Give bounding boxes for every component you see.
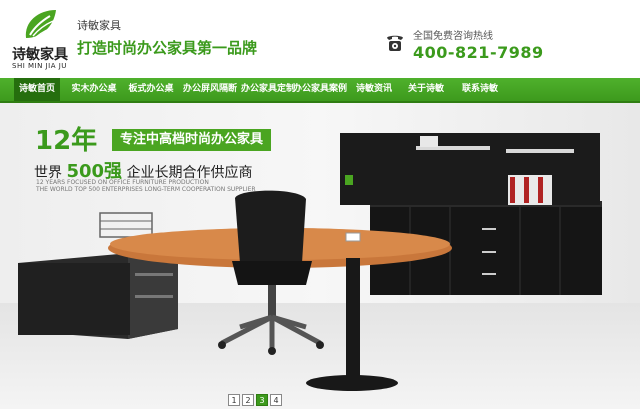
nav-item-solid-wood-desk[interactable]: 实木办公桌 [66,78,122,101]
nav-item-panel-desk[interactable]: 板式办公桌 [124,78,178,101]
site-header: 诗敏家具 SHI MIN JIA JU 诗敏家具 打造时尚办公家具第一品牌 全国… [0,0,640,78]
nav-item-custom-furniture[interactable]: 办公家具定制 [240,78,296,101]
brand-name: 诗敏家具 [77,19,121,32]
hero-banner[interactable]: 12年 专注中高档时尚办公家具 世界 500强 企业长期合作供应商 12 YEA… [0,103,640,409]
telephone-icon [387,35,403,51]
nav-item-about[interactable]: 关于诗敏 [404,78,448,101]
banner-en-line2: THE WORLD TOP 500 ENTERPRISES LONG-TERM … [36,186,256,193]
slide-dot-4[interactable]: 4 [270,394,282,406]
logo-leaf-icon [25,10,56,38]
main-nav: 诗敏首页 实木办公桌 板式办公桌 办公屏风隔断 办公家具定制 办公家具案例 诗敏… [0,78,640,103]
nav-item-office-partition[interactable]: 办公屏风隔断 [178,78,242,101]
banner-tagline: 专注中高档时尚办公家具 [112,129,272,151]
logo-text: 诗敏家具 [12,47,68,63]
brand-slogan: 打造时尚办公家具第一品牌 [77,39,258,57]
logo-pinyin: SHI MIN JIA JU [12,62,67,70]
hotline-label: 全国免费咨询热线 [413,31,493,42]
site-logo[interactable]: 诗敏家具 SHI MIN JIA JU [12,8,70,74]
hotline-number[interactable]: 400-821-7989 [413,43,544,62]
nav-item-contact[interactable]: 联系诗敏 [458,78,502,101]
nav-item-home[interactable]: 诗敏首页 [14,78,60,101]
slide-dot-2[interactable]: 2 [242,394,254,406]
banner-en-line1: 12 YEARS FOCUSED ON OFFICE FURNITURE PRO… [36,179,209,186]
slide-pagination: 1234 [228,388,284,406]
slide-dot-1[interactable]: 1 [228,394,240,406]
nav-item-cases[interactable]: 办公家具案例 [292,78,348,101]
nav-item-news[interactable]: 诗敏资讯 [352,78,396,101]
banner-years: 12年 [35,126,98,156]
slide-dot-3[interactable]: 3 [256,394,268,406]
